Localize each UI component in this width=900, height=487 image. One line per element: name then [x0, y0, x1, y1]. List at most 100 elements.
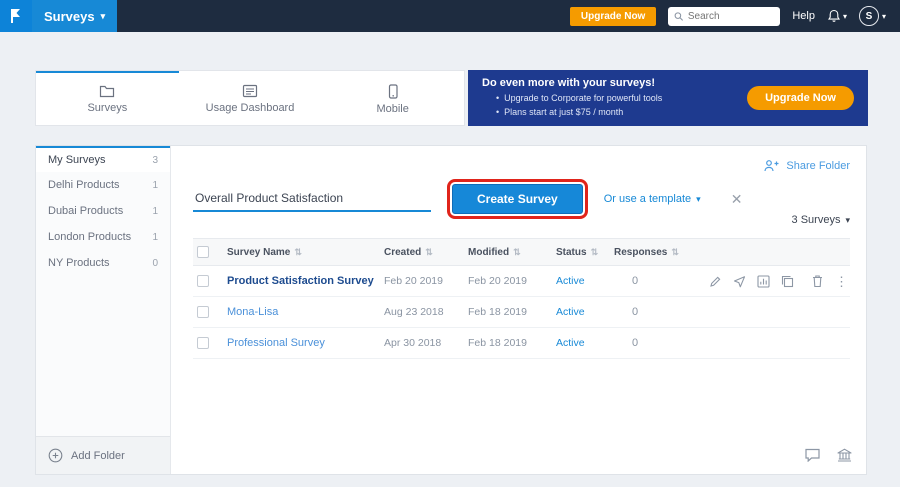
upgrade-banner-bullet-text: Upgrade to Corporate for powerful tools [504, 92, 662, 105]
sort-icon[interactable]: ⇅ [513, 247, 521, 258]
tab-surveys[interactable]: Surveys [36, 71, 179, 125]
header-survey-name: Survey Name ⇅ [227, 247, 384, 258]
sort-icon[interactable]: ⇅ [591, 247, 599, 258]
header-label: Survey Name [227, 247, 290, 258]
upgrade-banner: Do even more with your surveys! • Upgrad… [468, 70, 868, 126]
survey-name-link[interactable]: Product Satisfaction Survey [227, 275, 384, 287]
folder-icon [99, 84, 115, 98]
surveys-table: Survey Name ⇅ Created ⇅ Modified ⇅ Statu… [193, 238, 850, 359]
header-status: Status ⇅ [556, 247, 614, 258]
avatar: S [859, 6, 879, 26]
tab-mobile[interactable]: Mobile [321, 71, 464, 125]
sidebar-item-dubai-products[interactable]: Dubai Products 1 [36, 198, 170, 224]
folder-label: NY Products [48, 257, 110, 269]
surveys-count-label: 3 Surveys [792, 214, 841, 226]
feedback-bubble-icon[interactable] [804, 448, 821, 465]
status-badge: Active [556, 275, 614, 287]
sort-icon[interactable]: ⇅ [294, 247, 302, 258]
app-logo-icon [7, 7, 25, 25]
chevron-down-icon: ▾ [845, 215, 850, 226]
survey-name-link[interactable]: Professional Survey [227, 337, 384, 349]
table-header-row: Survey Name ⇅ Created ⇅ Modified ⇅ Statu… [193, 238, 850, 266]
sort-icon[interactable]: ⇅ [671, 247, 679, 258]
bell-icon [827, 9, 841, 23]
more-options-icon[interactable]: ⋮ [835, 275, 848, 288]
dashboard-icon [242, 84, 258, 98]
surveys-count-dropdown[interactable]: 3 Surveys ▾ [792, 214, 850, 226]
sidebar-item-delhi-products[interactable]: Delhi Products 1 [36, 172, 170, 198]
bullet-icon: • [496, 106, 499, 119]
add-folder-icon [48, 448, 63, 463]
account-menu[interactable]: S ▾ [859, 6, 886, 26]
tab-surveys-label: Surveys [87, 102, 127, 114]
upgrade-banner-bullet: • Plans start at just $75 / month [482, 106, 747, 119]
survey-name-input[interactable] [193, 186, 431, 212]
app-logo[interactable] [0, 0, 32, 32]
create-survey-button[interactable]: Create Survey [452, 184, 583, 214]
header-label: Modified [468, 247, 509, 258]
report-chart-icon[interactable] [757, 275, 770, 288]
created-date: Apr 30 2018 [384, 337, 468, 349]
chevron-down-icon: ▾ [882, 12, 886, 21]
responses-count: 0 [614, 275, 694, 287]
row-checkbox[interactable] [197, 306, 209, 318]
use-template-link[interactable]: Or use a template ▾ [604, 193, 701, 205]
surveys-panel: My Surveys 3 Delhi Products 1 Dubai Prod… [35, 145, 867, 475]
notifications-menu[interactable]: ▾ [827, 9, 847, 23]
header-label: Status [556, 247, 587, 258]
survey-name-link[interactable]: Mona-Lisa [227, 306, 384, 318]
search-box[interactable] [668, 7, 780, 26]
folder-label: Delhi Products [48, 179, 120, 191]
sidebar-item-london-products[interactable]: London Products 1 [36, 224, 170, 250]
copy-icon[interactable] [781, 275, 794, 288]
share-folder-label: Share Folder [786, 160, 850, 172]
table-row: Product Satisfaction Survey Feb 20 2019 … [193, 266, 850, 297]
table-row: Mona-Lisa Aug 23 2018 Feb 18 2019 Active… [193, 297, 850, 328]
archive-bank-icon[interactable] [837, 448, 852, 465]
status-badge: Active [556, 337, 614, 349]
row-checkbox[interactable] [197, 337, 209, 349]
tab-usage-dashboard[interactable]: Usage Dashboard [179, 71, 322, 125]
upgrade-now-button-top[interactable]: Upgrade Now [570, 7, 656, 26]
close-icon[interactable]: ✕ [731, 191, 743, 208]
upgrade-banner-bullet-text: Plans start at just $75 / month [504, 106, 623, 119]
row-checkbox[interactable] [197, 275, 209, 287]
select-all-checkbox[interactable] [197, 246, 209, 258]
responses-count: 0 [614, 337, 694, 349]
tab-usage-dashboard-label: Usage Dashboard [206, 102, 295, 114]
header-created: Created ⇅ [384, 247, 468, 258]
delete-icon[interactable] [811, 274, 824, 288]
help-link[interactable]: Help [792, 10, 815, 22]
folder-count: 3 [152, 155, 158, 166]
edit-icon[interactable] [709, 275, 722, 288]
mobile-icon [385, 84, 401, 99]
bullet-icon: • [496, 92, 499, 105]
surveys-content: Share Folder Create Survey Or use a temp… [171, 146, 866, 474]
folder-label: Dubai Products [48, 205, 123, 217]
header-label: Responses [614, 247, 667, 258]
folder-count: 1 [152, 206, 158, 217]
send-icon[interactable] [733, 275, 746, 288]
sort-icon[interactable]: ⇅ [425, 247, 433, 258]
responses-count: 0 [614, 306, 694, 318]
header-label: Created [384, 247, 421, 258]
search-input[interactable] [688, 11, 774, 22]
topbar-right-group: Upgrade Now Help ▾ S ▾ [570, 6, 900, 26]
sidebar-item-my-surveys[interactable]: My Surveys 3 [36, 146, 170, 172]
surveys-menu-label: Surveys [44, 9, 95, 24]
add-folder-button[interactable]: Add Folder [36, 436, 170, 474]
card-bottom-toolbar [804, 448, 852, 465]
created-date: Aug 23 2018 [384, 306, 468, 318]
surveys-menu[interactable]: Surveys ▾ [32, 0, 117, 32]
share-folder-button[interactable]: Share Folder [763, 159, 850, 172]
folder-label: My Surveys [48, 154, 105, 166]
add-folder-label: Add Folder [71, 450, 125, 462]
modified-date: Feb 18 2019 [468, 337, 556, 349]
modified-date: Feb 20 2019 [468, 275, 556, 287]
status-badge: Active [556, 306, 614, 318]
upgrade-now-button-banner[interactable]: Upgrade Now [747, 86, 854, 110]
header-responses: Responses ⇅ [614, 247, 694, 258]
row-actions: ⋮ [694, 274, 850, 288]
folders-sidebar: My Surveys 3 Delhi Products 1 Dubai Prod… [36, 146, 171, 474]
sidebar-item-ny-products[interactable]: NY Products 0 [36, 250, 170, 276]
